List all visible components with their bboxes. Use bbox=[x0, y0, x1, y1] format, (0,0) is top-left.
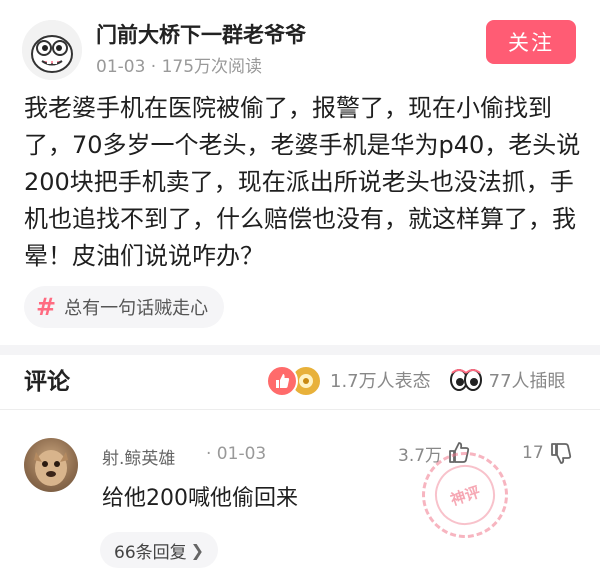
comment-item: 射.鲸英雄 · 01-03 3.7万 17 给他200喊他偷回来 神评 66条回… bbox=[0, 430, 600, 577]
replies-count: 66条回复 bbox=[114, 542, 187, 563]
chevron-right-icon: ❯ bbox=[190, 540, 205, 560]
post-header: 门前大桥下一群老爷爷 01-03 · 175万次阅读 关注 bbox=[0, 0, 600, 90]
author-avatar[interactable] bbox=[22, 20, 82, 80]
comment-dislike-button[interactable]: 17 bbox=[522, 440, 574, 466]
follow-button[interactable]: 关注 bbox=[486, 20, 576, 64]
like-icon bbox=[266, 365, 298, 397]
comment-date: · 01-03 bbox=[206, 444, 267, 464]
topic-label: 总有一句话贼走心 bbox=[64, 298, 209, 319]
comment-text: 给他200喊他偷回来 bbox=[102, 486, 298, 511]
view-replies-button[interactable]: 66条回复 ❯ bbox=[100, 532, 219, 568]
author-name[interactable]: 门前大桥下一群老爷爷 bbox=[96, 19, 306, 49]
topic-chip[interactable]: # 总有一句话贼走心 bbox=[24, 286, 225, 328]
stamp-label: 神评 bbox=[427, 457, 503, 533]
section-divider bbox=[0, 345, 600, 355]
watchers-count: 77人插眼 bbox=[488, 371, 566, 392]
reactions-bar[interactable]: 1.7万人表态 77人插眼 bbox=[266, 364, 566, 397]
reaction-icons bbox=[266, 365, 324, 397]
thumb-down-icon bbox=[550, 443, 571, 464]
hashtag-icon: # bbox=[36, 293, 57, 321]
commenter-avatar[interactable] bbox=[24, 438, 78, 492]
comments-divider bbox=[0, 409, 600, 410]
eyes-icon bbox=[449, 369, 482, 391]
reactions-count: 1.7万人表态 bbox=[330, 371, 431, 392]
commenter-name[interactable]: 射.鲸英雄 bbox=[102, 444, 175, 469]
comment-dislike-count: 17 bbox=[522, 443, 544, 463]
comments-heading: 评论 bbox=[24, 369, 70, 395]
post-meta: 01-03 · 175万次阅读 bbox=[96, 57, 263, 77]
post-text: 我老婆手机在医院被偷了，报警了，现在小偷找到了，70多岁一个老头，老婆手机是华为… bbox=[24, 94, 581, 270]
